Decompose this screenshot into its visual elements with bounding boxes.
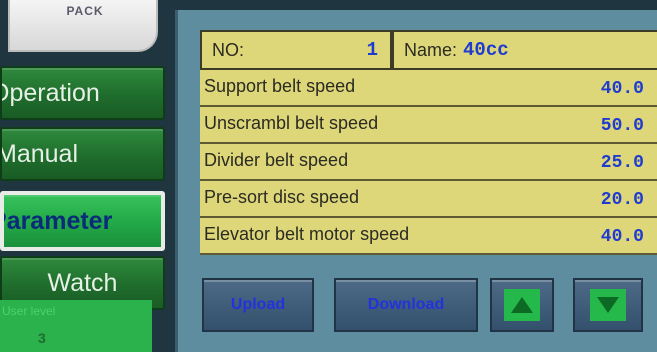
param-label: Elevator belt motor speed [204, 224, 410, 244]
arrow-down-icon [590, 289, 626, 321]
param-label: Divider belt speed [204, 150, 349, 170]
user-level-value: 3 [38, 330, 46, 346]
scroll-down-button[interactable] [573, 278, 643, 332]
nav-operation-label: Operation [0, 78, 100, 107]
user-level-label: User level [2, 304, 56, 318]
hmi-screen: PACK Operation Manual Parameter Watch Us… [0, 0, 657, 352]
param-label: Pre-sort disc speed [204, 187, 360, 207]
recipe-name-value: 40cc [463, 39, 509, 61]
param-label: Support belt speed [204, 76, 356, 96]
param-row-unscrambl-belt-speed: Unscrambl belt speed 50.0 [200, 107, 657, 144]
brand-logo: PACK [8, 0, 158, 52]
recipe-name-label: Name: [404, 39, 458, 60]
param-label: Unscrambl belt speed [204, 113, 379, 133]
user-level-indicator: User level 3 [0, 300, 152, 352]
recipe-name-field[interactable]: Name: 40cc [392, 30, 657, 70]
download-button[interactable]: Download [334, 278, 478, 332]
nav-operation-button[interactable]: Operation [0, 66, 165, 120]
nav-manual-button[interactable]: Manual [0, 127, 165, 181]
recipe-number-value: 1 [366, 39, 378, 61]
logo-text: PACK [66, 4, 104, 18]
download-button-label: Download [367, 296, 445, 313]
nav-parameter-button[interactable]: Parameter [0, 191, 165, 251]
nav-watch-label: Watch [47, 268, 118, 297]
recipe-number-label: NO: [212, 39, 245, 60]
param-row-elevator-belt-motor-speed: Elevator belt motor speed 40.0 [200, 218, 657, 255]
upload-button[interactable]: Upload [202, 278, 314, 332]
arrow-up-icon [504, 289, 540, 321]
param-value-input[interactable]: 50.0 [601, 116, 644, 136]
recipe-number-field[interactable]: NO: 1 [200, 30, 392, 70]
param-value-input[interactable]: 40.0 [601, 79, 644, 99]
param-row-pre-sort-disc-speed: Pre-sort disc speed 20.0 [200, 181, 657, 218]
upload-button-label: Upload [230, 296, 286, 313]
param-value-input[interactable]: 25.0 [601, 153, 644, 173]
param-row-divider-belt-speed: Divider belt speed 25.0 [200, 144, 657, 181]
parameter-panel: NO: 1 Name: 40cc Support belt speed 40.0… [175, 10, 657, 352]
param-value-input[interactable]: 20.0 [601, 190, 644, 210]
recipe-header: NO: 1 Name: 40cc [200, 30, 657, 70]
param-value-input[interactable]: 40.0 [601, 227, 644, 247]
nav-parameter-label: Parameter [0, 206, 113, 235]
nav-manual-label: Manual [0, 139, 78, 168]
param-row-support-belt-speed: Support belt speed 40.0 [200, 70, 657, 107]
scroll-up-button[interactable] [490, 278, 554, 332]
